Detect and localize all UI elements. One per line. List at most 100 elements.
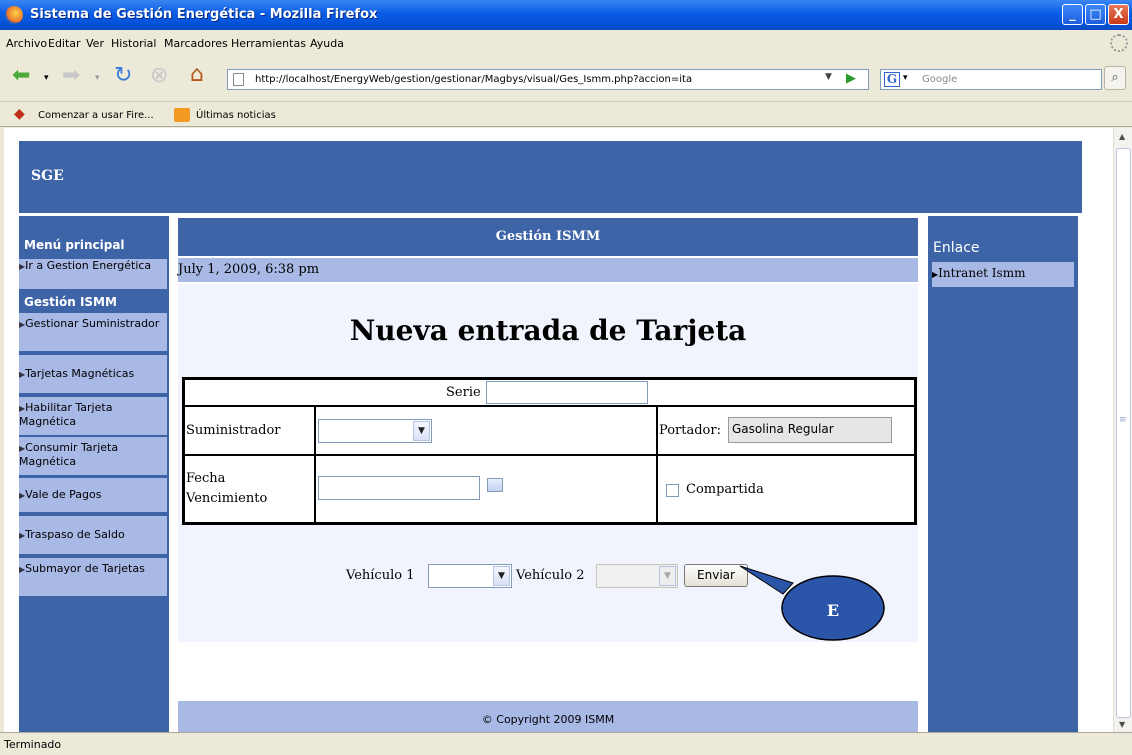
home-icon[interactable]: ⌂	[190, 62, 204, 87]
search-icon[interactable]: ⌕	[1104, 66, 1126, 90]
menu-bar: Archivo Editar Ver Historial Marcadores …	[0, 30, 1132, 56]
portador-cell: Portador: Gasolina Regular	[657, 406, 915, 455]
url-text: http://localhost/EnergyWeb/gestion/gesti…	[255, 74, 693, 85]
scroll-up-icon[interactable]: ▲	[1119, 132, 1125, 141]
sidebar-item-traspaso-de-saldo[interactable]: ▶Traspaso de Saldo	[19, 516, 167, 554]
content-header: Gestión ISMM	[178, 218, 918, 256]
compartida-label: Compartida	[686, 482, 764, 497]
date-bar: July 1, 2009, 6:38 pm	[178, 258, 918, 282]
sidebar-item-habilitar-tarjeta[interactable]: ▶Habilitar Tarjeta Magnética	[19, 397, 167, 435]
menu-herramientas[interactable]: Herramientas	[231, 37, 306, 50]
window-titlebar: Sistema de Gestión Energética - Mozilla …	[0, 0, 1132, 30]
vehiculo2-label: Vehículo 2	[516, 568, 585, 583]
fecha-input[interactable]	[318, 476, 480, 500]
url-dropdown-icon[interactable]: ▼	[825, 72, 832, 82]
back-dropdown-icon[interactable]: ▾	[44, 73, 49, 83]
minimize-button[interactable]: _	[1062, 4, 1083, 25]
firefox-bookmark-icon: ◆	[14, 106, 25, 122]
left-sidebar: Menú principal ▶Ir a Gestion Energética …	[19, 216, 169, 732]
scroll-thumb[interactable]	[1116, 148, 1131, 718]
firefox-icon	[5, 6, 23, 24]
sidebar-item-label: Gestionar Suministrador	[25, 317, 160, 330]
search-engine-dropdown-icon[interactable]: ▾	[903, 73, 908, 83]
suministrador-field-cell: ▼	[315, 406, 657, 455]
bookmark-comenzar[interactable]: Comenzar a usar Fire...	[38, 110, 154, 121]
vehiculo1-select[interactable]: ▼	[428, 564, 512, 588]
menu-ver[interactable]: Ver	[86, 37, 104, 50]
fecha-label: Fecha Vencimiento	[186, 471, 268, 506]
sidebar-item-label: Vale de Pagos	[25, 488, 102, 501]
link-intranet-ismm[interactable]: ▶Intranet Ismm	[932, 262, 1074, 287]
menu-ayuda[interactable]: Ayuda	[310, 37, 344, 50]
content-header-title: Gestión ISMM	[495, 229, 601, 244]
callout-pointer	[739, 565, 794, 595]
site-header: SGE	[19, 141, 1082, 213]
portador-label: Portador:	[659, 423, 721, 438]
serie-input[interactable]	[486, 381, 648, 404]
google-icon[interactable]: G	[884, 72, 900, 87]
status-text: Terminado	[4, 738, 62, 751]
fecha-field-cell	[315, 455, 657, 523]
bookmark-ultimas-noticias[interactable]: Últimas noticias	[196, 110, 276, 121]
close-button[interactable]: X	[1108, 4, 1129, 25]
sidebar-item-tarjetas-magneticas[interactable]: ▶Tarjetas Magnéticas	[19, 355, 167, 393]
scroll-down-icon[interactable]: ▼	[1119, 720, 1125, 729]
search-placeholder: Google	[922, 74, 958, 85]
window-title: Sistema de Gestión Energética - Mozilla …	[30, 7, 378, 22]
menu-editar[interactable]: Editar	[48, 37, 81, 50]
menu-archivo[interactable]: Archivo	[6, 37, 47, 50]
sidebar-item-gestion-energetica[interactable]: ▶Ir a Gestion Energética	[19, 259, 167, 289]
url-bar[interactable]: http://localhost/EnergyWeb/gestion/gesti…	[227, 69, 869, 90]
vertical-scrollbar[interactable]: ▲ ≡ ▼	[1113, 128, 1132, 732]
callout-label: E	[827, 601, 839, 620]
reload-icon[interactable]: ↻	[114, 63, 132, 88]
vehiculo2-select[interactable]: ▼	[596, 564, 678, 588]
rss-icon	[174, 108, 190, 122]
section-title: Gestión ISMM	[24, 295, 117, 309]
throbber-icon	[1110, 34, 1128, 52]
sidebar-item-submayor-de-tarjetas[interactable]: ▶Submayor de Tarjetas	[19, 558, 167, 596]
compartida-checkbox[interactable]	[666, 484, 679, 497]
maximize-button[interactable]: □	[1085, 4, 1106, 25]
go-icon[interactable]: ▶	[846, 71, 856, 86]
copyright-text: © Copyright 2009 ISMM	[481, 713, 615, 726]
link-intranet-label: Intranet Ismm	[938, 266, 1026, 280]
main-menu-title: Menú principal	[24, 238, 125, 252]
card-form-table: Serie Suministrador ▼ Portador: Gasolina…	[182, 377, 917, 525]
sidebar-item-label: Ir a Gestion Energética	[25, 259, 152, 272]
chevron-down-icon: ▼	[659, 566, 676, 586]
suministrador-label: Suministrador	[186, 423, 281, 438]
sidebar-item-label: Submayor de Tarjetas	[25, 562, 145, 575]
compartida-cell: Compartida	[657, 455, 915, 523]
sidebar-item-consumir-tarjeta[interactable]: ▶Consumir Tarjeta Magnética	[19, 437, 167, 475]
search-box[interactable]: G ▾ Google	[880, 69, 1102, 90]
forward-icon[interactable]: ➡	[62, 63, 80, 88]
suministrador-select[interactable]: ▼	[318, 419, 432, 443]
chevron-down-icon: ▼	[413, 421, 430, 441]
main-content: Gestión ISMM July 1, 2009, 6:38 pm Nueva…	[178, 218, 918, 732]
links-title: Enlace	[933, 240, 980, 256]
page-heading: Nueva entrada de Tarjeta	[349, 314, 747, 347]
sidebar-item-label: Habilitar Tarjeta Magnética	[19, 401, 113, 428]
scroll-grip-icon: ≡	[1119, 415, 1127, 425]
calendar-icon[interactable]	[487, 478, 503, 492]
form-area: Nueva entrada de Tarjeta Serie Suministr…	[178, 284, 918, 642]
serie-row: Serie	[184, 379, 915, 406]
portador-input[interactable]: Gasolina Regular	[728, 417, 892, 443]
menu-marcadores[interactable]: Marcadores	[164, 37, 228, 50]
sidebar-item-label: Tarjetas Magnéticas	[25, 367, 135, 380]
bookmarks-toolbar: ◆ Comenzar a usar Fire... Últimas notici…	[0, 103, 1132, 127]
back-icon[interactable]: ⬅	[12, 63, 30, 88]
sidebar-item-label: Traspaso de Saldo	[25, 528, 125, 541]
callout-bubble: E	[739, 565, 885, 641]
suministrador-label-cell: Suministrador	[184, 406, 315, 455]
sidebar-item-gestionar-suministrador[interactable]: ▶Gestionar Suministrador	[19, 313, 167, 351]
chevron-down-icon: ▼	[493, 566, 510, 586]
right-sidebar: Enlace ▶Intranet Ismm	[928, 216, 1078, 732]
menu-historial[interactable]: Historial	[111, 37, 156, 50]
status-bar: Terminado	[0, 732, 1132, 755]
site-title: SGE	[31, 168, 64, 184]
stop-icon[interactable]: ⊗	[150, 63, 168, 88]
forward-dropdown-icon[interactable]: ▾	[95, 73, 100, 83]
sidebar-item-vale-de-pagos[interactable]: ▶Vale de Pagos	[19, 478, 167, 512]
